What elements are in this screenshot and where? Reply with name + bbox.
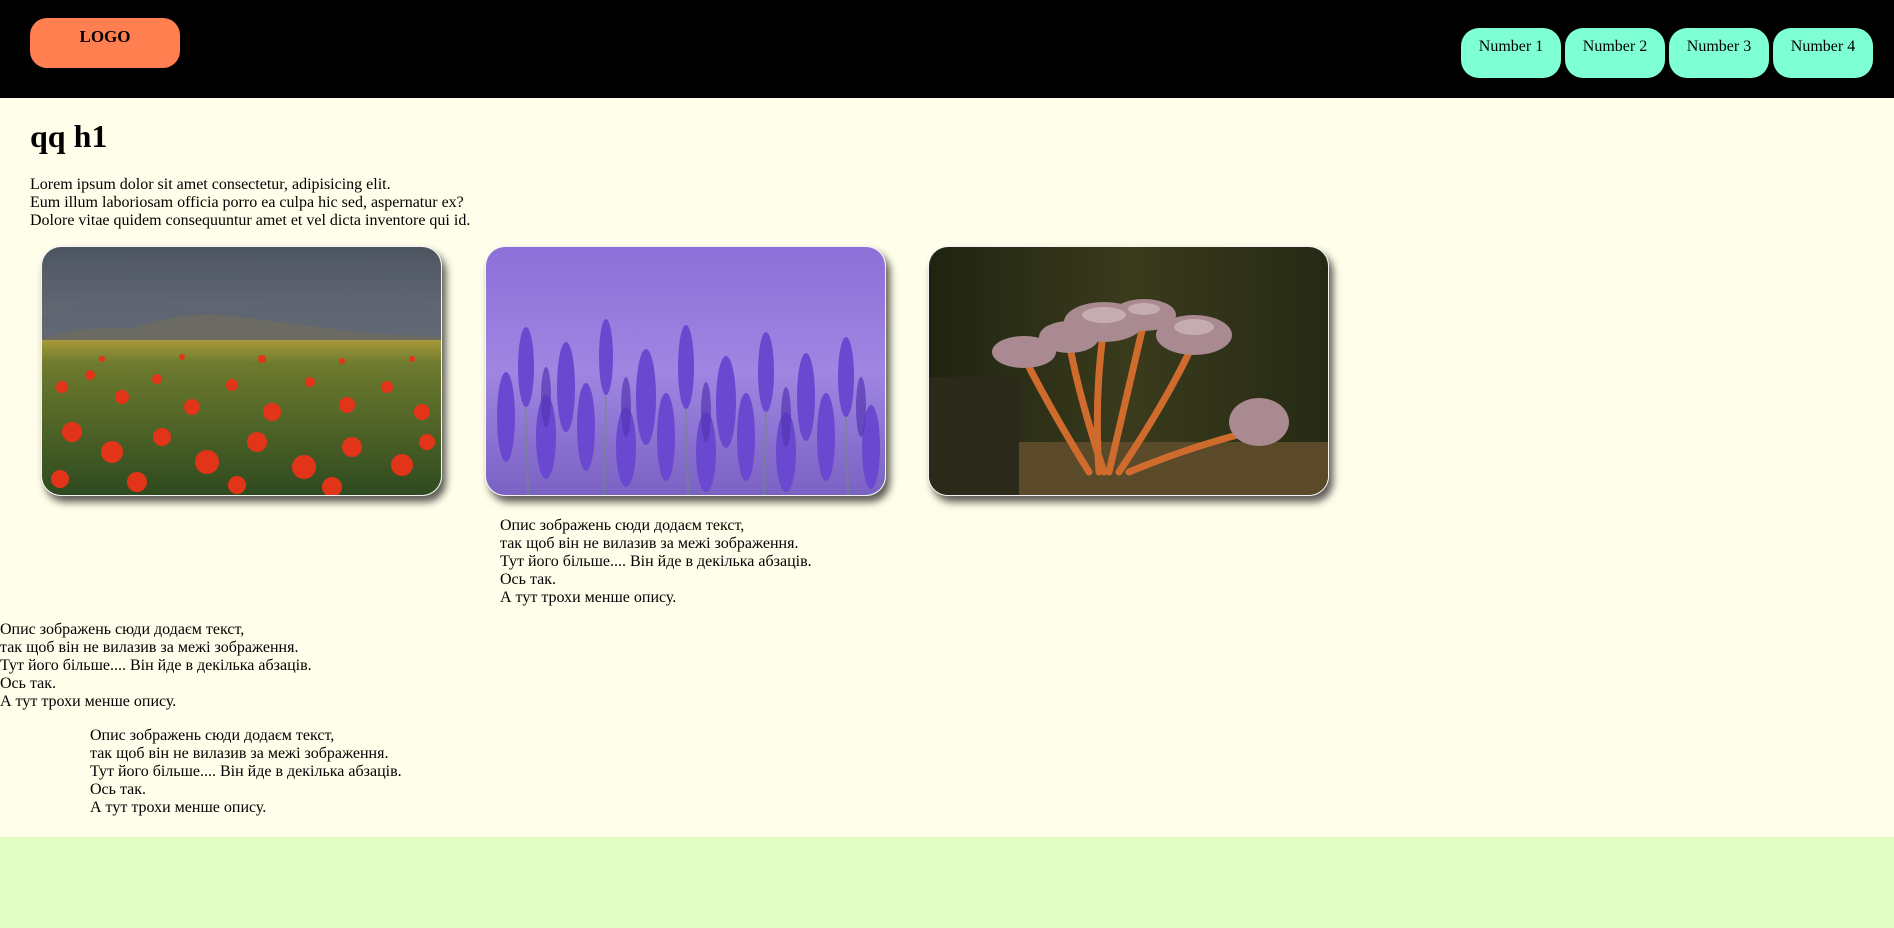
image-description-indented: Опис зображень сюди додаєм текст, так що… — [90, 727, 402, 817]
page-title: qq h1 — [30, 118, 108, 154]
description-line: Тут його більше.... Він йде в декілька а… — [0, 657, 312, 674]
description-line: А тут трохи менше опису. — [90, 799, 267, 816]
description-line: Опис зображень сюди додаєм текст, — [0, 621, 245, 638]
nav-item-number-3[interactable]: Number 3 — [1669, 28, 1769, 78]
nav-item-number-1[interactable]: Number 1 — [1461, 28, 1561, 78]
description-line: А тут трохи менше опису. — [500, 589, 677, 606]
intro-line: Lorem ipsum dolor sit amet consectetur, … — [30, 176, 391, 193]
image-description-center: Опис зображень сюди додаєм текст, так що… — [500, 517, 812, 607]
description-line: Тут його більше.... Він йде в декілька а… — [90, 763, 402, 780]
description-line: так щоб він не вилазив за межі зображенн… — [0, 639, 299, 656]
description-line: Ось так. — [90, 781, 147, 798]
description-line: Ось так. — [500, 571, 557, 588]
lavender-image — [485, 246, 886, 496]
description-line: А тут трохи менше опису. — [0, 693, 177, 710]
description-line: Опис зображень сюди додаєм текст, — [500, 517, 745, 534]
intro-line: Eum illum laboriosam officia porro ea cu… — [30, 194, 464, 211]
description-line: Тут його більше.... Він йде в декілька а… — [500, 553, 812, 570]
main-content: qq h1 Lorem ipsum dolor sit amet consect… — [0, 98, 1894, 837]
intro-line: Dolore vitae quidem consequuntur amet et… — [30, 212, 471, 229]
poppy-field-image — [41, 246, 442, 496]
description-line: так щоб він не вилазив за межі зображенн… — [500, 535, 799, 552]
nav-item-number-2[interactable]: Number 2 — [1565, 28, 1665, 78]
mushrooms-image — [928, 246, 1329, 496]
logo-button[interactable]: LOGO — [30, 18, 180, 68]
header: LOGO Number 1 Number 2 Number 3 Number 4 — [0, 0, 1894, 98]
description-line: Опис зображень сюди додаєм текст, — [90, 727, 335, 744]
description-line: Ось так. — [0, 675, 57, 692]
image-description-left: Опис зображень сюди додаєм текст, так що… — [0, 621, 312, 711]
nav-item-number-4[interactable]: Number 4 — [1773, 28, 1873, 78]
intro-paragraph: Lorem ipsum dolor sit amet consectetur, … — [30, 176, 470, 230]
nav-menu: Number 1 Number 2 Number 3 Number 4 — [1461, 28, 1873, 78]
description-line: так щоб він не вилазив за межі зображенн… — [90, 745, 389, 762]
